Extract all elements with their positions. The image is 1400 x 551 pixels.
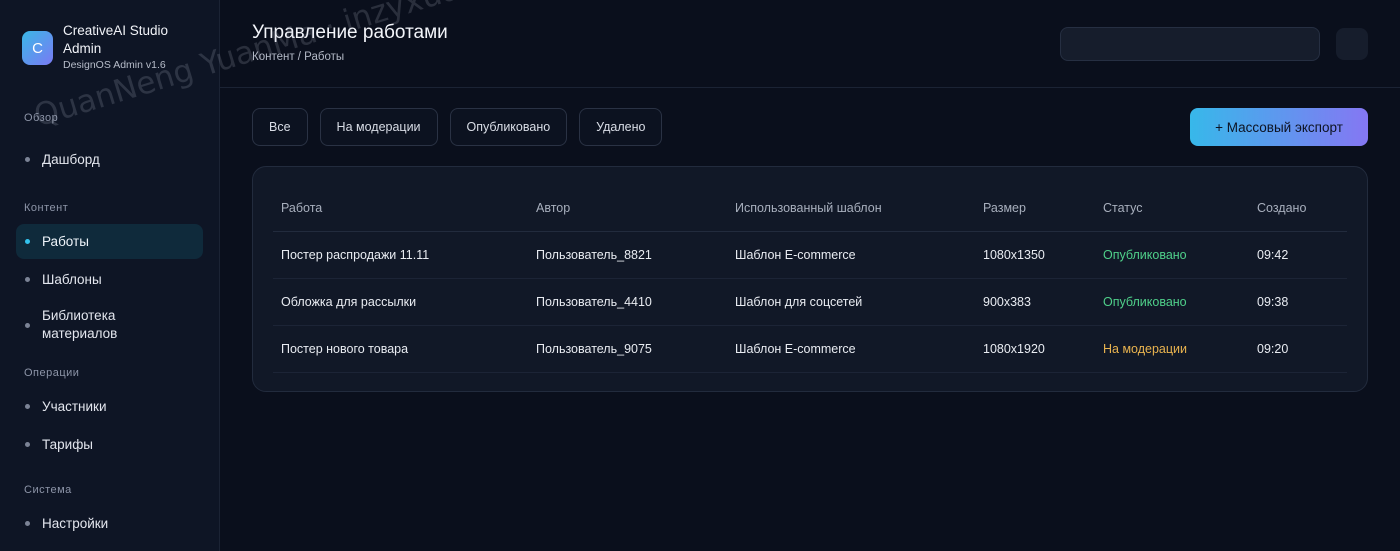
profile-button[interactable] — [1336, 28, 1368, 60]
sidebar-item-label: Тарифы — [42, 437, 94, 452]
table-row[interactable]: Постер распродажи 11.11 Пользователь_882… — [273, 231, 1347, 279]
bullet-icon — [25, 404, 30, 409]
bullet-icon — [25, 442, 30, 447]
sidebar-item-label: Шаблоны — [42, 272, 102, 287]
cell-status: Опубликовано — [1095, 278, 1249, 326]
brand-logo: C — [22, 31, 53, 65]
main-content: Управление работами Контент / Работы Все… — [220, 0, 1400, 551]
cell-template: Шаблон E-commerce — [727, 325, 975, 373]
cell-size: 1080x1350 — [975, 231, 1095, 279]
bullet-icon — [25, 239, 30, 244]
status-filters: Все На модерации Опубликовано Удалено — [252, 108, 674, 146]
cell-size: 900x383 — [975, 278, 1095, 326]
brand-name: CreativeAI Studio Admin — [63, 23, 169, 56]
bullet-icon — [25, 156, 30, 162]
sidebar-nav: Обзор Дашборд Контент Работы Шаблоны Биб… — [16, 110, 203, 541]
column-header-template[interactable]: Использованный шаблон — [727, 185, 975, 232]
works-table: Работа Автор Использованный шаблон Разме… — [273, 185, 1347, 373]
search-input[interactable] — [1060, 27, 1320, 61]
sidebar-item-dashboard[interactable]: Дашборд — [16, 142, 203, 176]
cell-author: Пользователь_8821 — [528, 231, 727, 279]
bullet-icon — [25, 277, 30, 282]
bullet-icon — [25, 322, 30, 328]
brand-version: DesignOS Admin v1.6 — [63, 59, 166, 71]
filter-all-button[interactable]: Все — [252, 108, 308, 146]
sidebar-item-label: Участники — [42, 399, 107, 414]
sidebar-item-label: Дашборд — [42, 151, 100, 167]
cell-status: На модерации — [1095, 325, 1249, 373]
cell-status: Опубликовано — [1095, 231, 1249, 279]
cell-created: 09:38 — [1249, 278, 1347, 326]
sidebar-item-label: Работы — [42, 234, 89, 249]
table-row[interactable]: Обложка для рассылки Пользователь_4410 Ш… — [273, 278, 1347, 326]
brand-text: CreativeAI Studio Admin DesignOS Admin v… — [63, 22, 193, 71]
cell-created: 09:20 — [1249, 325, 1347, 373]
cell-work: Обложка для рассылки — [273, 278, 528, 326]
nav-section-system: Система — [24, 484, 72, 496]
works-table-card: Работа Автор Использованный шаблон Разме… — [252, 166, 1368, 392]
column-header-author[interactable]: Автор — [528, 185, 727, 232]
filter-deleted-button[interactable]: Удалено — [579, 108, 663, 146]
sidebar-item-library[interactable]: Библиотека материалов — [16, 300, 203, 350]
page-title: Управление работами — [252, 22, 448, 43]
filter-published-button[interactable]: Опубликовано — [449, 108, 568, 146]
cell-author: Пользователь_9075 — [528, 325, 727, 373]
sidebar-item-plans[interactable]: Тарифы — [16, 427, 203, 462]
nav-section-operations: Операции — [24, 367, 80, 379]
cell-author: Пользователь_4410 — [528, 278, 727, 326]
table-header-row: Работа Автор Использованный шаблон Разме… — [273, 185, 1347, 232]
cell-size: 1080x1920 — [975, 325, 1095, 373]
brand: C CreativeAI Studio Admin DesignOS Admin… — [22, 22, 193, 71]
column-header-size[interactable]: Размер — [975, 185, 1095, 232]
table-row[interactable]: Постер нового товара Пользователь_9075 Ш… — [273, 325, 1347, 373]
cell-template: Шаблон для соцсетей — [727, 278, 975, 326]
sidebar-item-settings[interactable]: Настройки — [16, 506, 203, 541]
filter-moderation-button[interactable]: На модерации — [319, 108, 438, 146]
column-header-created[interactable]: Создано — [1249, 185, 1347, 232]
nav-section-overview: Обзор — [24, 112, 59, 124]
cell-template: Шаблон E-commerce — [727, 231, 975, 279]
cell-work: Постер распродажи 11.11 — [273, 231, 528, 279]
sidebar-item-works[interactable]: Работы — [16, 224, 203, 259]
bullet-icon — [25, 521, 30, 526]
sidebar: C CreativeAI Studio Admin DesignOS Admin… — [0, 0, 220, 551]
breadcrumb: Контент / Работы — [252, 51, 345, 63]
nav-section-content: Контент — [24, 202, 69, 214]
sidebar-item-templates[interactable]: Шаблоны — [16, 262, 203, 297]
cell-work: Постер нового товара — [273, 325, 528, 373]
sidebar-item-label: Настройки — [42, 516, 109, 531]
cell-created: 09:42 — [1249, 231, 1347, 279]
column-header-status[interactable]: Статус — [1095, 185, 1249, 232]
app-root: C CreativeAI Studio Admin DesignOS Admin… — [0, 0, 1400, 551]
bulk-export-button[interactable]: + Массовый экспорт — [1190, 108, 1368, 146]
sidebar-item-members[interactable]: Участники — [16, 389, 203, 424]
topbar: Управление работами Контент / Работы — [220, 0, 1400, 88]
column-header-work[interactable]: Работа — [273, 185, 528, 232]
sidebar-item-label: Библиотека материалов — [42, 308, 118, 341]
